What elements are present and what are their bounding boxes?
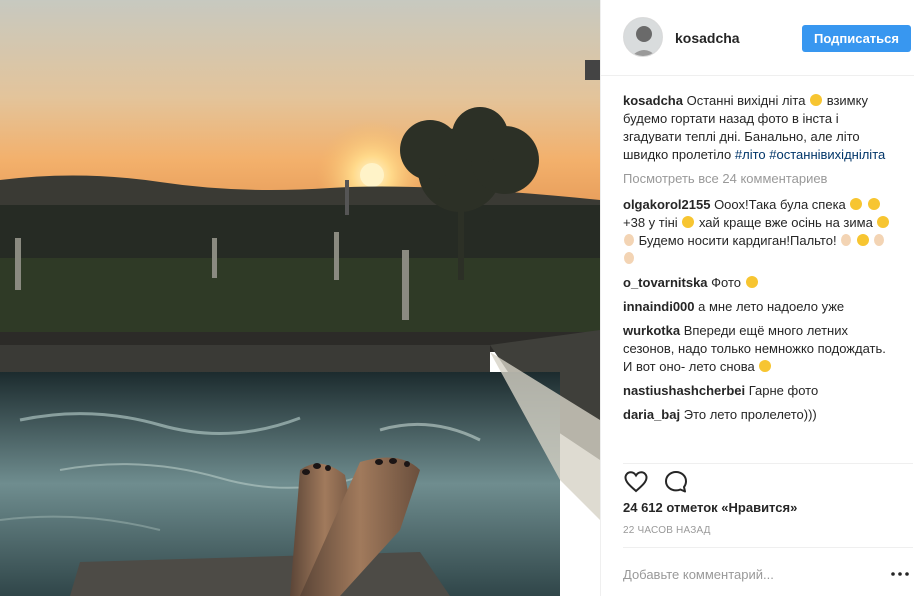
comment-username[interactable]: o_tovarnitska (623, 275, 708, 290)
post-header: kosadcha Подписаться (601, 0, 914, 76)
comment-text: Гарне фото (748, 383, 819, 398)
comment-text: Фото (711, 275, 742, 290)
likes-count[interactable]: 24 612 отметок «Нравится» (623, 500, 797, 515)
comment-username[interactable]: nastiushashcherbei (623, 383, 745, 398)
heart-eyes-emoji-icon (745, 276, 758, 288)
ok-hand-emoji-icon (874, 234, 885, 246)
hashtag-link[interactable]: #останнівихідніліта (769, 147, 885, 162)
comment-username[interactable]: innaindi000 (623, 299, 695, 314)
comment-text: Ооох!Така була спека (714, 197, 846, 212)
instagram-post: kosadcha Подписаться kosadcha Останні ви… (0, 0, 914, 596)
caption-username[interactable]: kosadcha (623, 93, 683, 108)
post-photo[interactable] (0, 0, 600, 596)
comment-text: Будемо носити кардиган!Пальто! (638, 233, 837, 248)
comment-username[interactable]: daria_baj (623, 407, 680, 422)
add-comment-bar (623, 547, 913, 596)
caption: kosadcha Останні вихідні літа взимку буд… (623, 92, 897, 164)
comment-text: а мне лето надоело уже (698, 299, 845, 314)
hashtag-link[interactable]: #літо (735, 147, 766, 162)
raised-hands-emoji-icon (624, 234, 634, 246)
wink-emoji-icon (759, 360, 772, 372)
raised-hands-emoji-icon (841, 234, 852, 246)
caption-text: Останні вихідні літа (686, 93, 806, 108)
comment-item: nastiushashcherbei Гарне фото (623, 382, 897, 400)
heart-icon[interactable] (623, 469, 649, 495)
avatar-image (624, 18, 662, 56)
sunset-pool-image (0, 0, 600, 596)
sweat-emoji-icon (868, 198, 881, 210)
smile-emoji-icon (810, 94, 823, 106)
comment-username[interactable]: wurkotka (623, 323, 680, 338)
post-actions (623, 463, 913, 495)
comment-icon[interactable] (663, 469, 689, 495)
view-all-comments-link[interactable]: Посмотреть все 24 комментариев (623, 170, 897, 188)
comment-text: хай краще вже осінь на зима (698, 215, 873, 230)
post-timestamp: 22 ЧАСОВ НАЗАД (623, 525, 711, 536)
comment-item: olgakorol2155 Ооох!Така була спека +38 у… (623, 196, 897, 268)
heart-eyes-emoji-icon (856, 234, 869, 246)
comment-username[interactable]: olgakorol2155 (623, 197, 710, 212)
comment-text: Это лето пролелето))) (683, 407, 817, 422)
comment-text: +38 у тіні (623, 215, 678, 230)
more-options-icon[interactable] (891, 572, 909, 576)
follow-button[interactable]: Подписаться (802, 25, 911, 52)
thumbs-up-emoji-icon (624, 252, 634, 264)
comment-item: daria_baj Это лето пролелето))) (623, 406, 897, 424)
comments-section[interactable]: kosadcha Останні вихідні літа взимку буд… (623, 92, 897, 454)
heart-eyes-emoji-icon (877, 216, 890, 228)
avatar[interactable] (623, 17, 663, 57)
comment-item: innaindi000 а мне лето надоело уже (623, 298, 897, 316)
post-side-panel: kosadcha Подписаться kosadcha Останні ви… (600, 0, 914, 596)
add-comment-input[interactable] (623, 564, 873, 584)
comment-item: wurkotka Впереди ещё много летних сезоно… (623, 322, 897, 376)
comment-item: o_tovarnitska Фото (623, 274, 897, 292)
tired-emoji-icon (850, 198, 863, 210)
crying-emoji-icon (682, 216, 695, 228)
header-username[interactable]: kosadcha (675, 30, 740, 46)
